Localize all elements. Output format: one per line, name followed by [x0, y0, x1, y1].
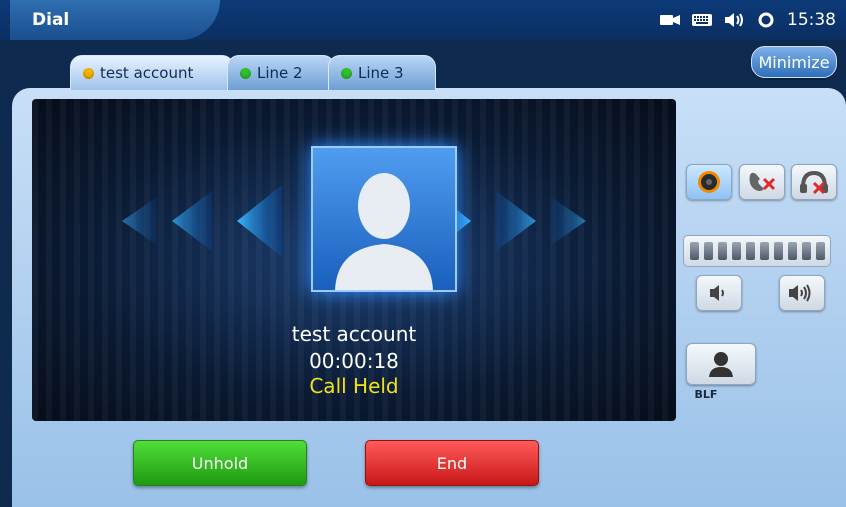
volume-segment [801, 242, 811, 260]
mute-mic-icon [749, 172, 776, 191]
call-display: test account 00:00:18 Call Held [32, 99, 676, 421]
headset-button[interactable] [791, 164, 837, 200]
volume-segment [787, 242, 797, 260]
caller-avatar [311, 146, 457, 292]
sync-icon [755, 11, 777, 29]
camera-icon [659, 11, 681, 29]
call-duration: 00:00:18 [309, 349, 399, 373]
tab-test-account[interactable]: test account [70, 55, 234, 90]
record-button[interactable] [686, 164, 732, 200]
app-title: Dial [32, 10, 70, 30]
blf-button[interactable] [686, 343, 756, 385]
call-status: Call Held [309, 374, 399, 398]
volume-segment [731, 242, 741, 260]
volume-segment [759, 242, 769, 260]
minimize-button[interactable]: Minimize [751, 46, 837, 78]
volume-segment [815, 242, 825, 260]
volume-segment [689, 242, 699, 260]
status-dot-icon [341, 67, 352, 79]
volume-segment [703, 242, 713, 260]
clock: 15:38 [787, 10, 836, 30]
status-bar: 15:38 [659, 9, 836, 31]
contact-icon [709, 352, 733, 377]
caller-name: test account [291, 322, 417, 346]
record-icon [698, 171, 720, 193]
volume-segment [717, 242, 727, 260]
tab-label: test account [100, 64, 194, 82]
unhold-button[interactable]: Unhold [133, 440, 307, 486]
mute-button[interactable] [739, 164, 785, 200]
volume-up-button[interactable] [779, 275, 825, 311]
volume-up-icon [789, 284, 811, 302]
volume-bar[interactable] [683, 235, 831, 267]
headset-off-icon [800, 170, 828, 195]
speaker-icon [723, 11, 745, 29]
tab-label: Line 2 [257, 64, 303, 82]
volume-segment [745, 242, 755, 260]
volume-segment [773, 242, 783, 260]
status-dot-icon [83, 67, 94, 79]
tab-line-2[interactable]: Line 2 [227, 55, 335, 90]
tab-line-3[interactable]: Line 3 [328, 55, 436, 90]
status-dot-icon [240, 67, 251, 79]
end-button[interactable]: End [365, 440, 539, 486]
tab-label: Line 3 [358, 64, 404, 82]
keyboard-icon [691, 11, 713, 29]
blf-label: BLF [694, 388, 718, 401]
volume-down-icon [710, 285, 724, 301]
volume-down-button[interactable] [696, 275, 742, 311]
